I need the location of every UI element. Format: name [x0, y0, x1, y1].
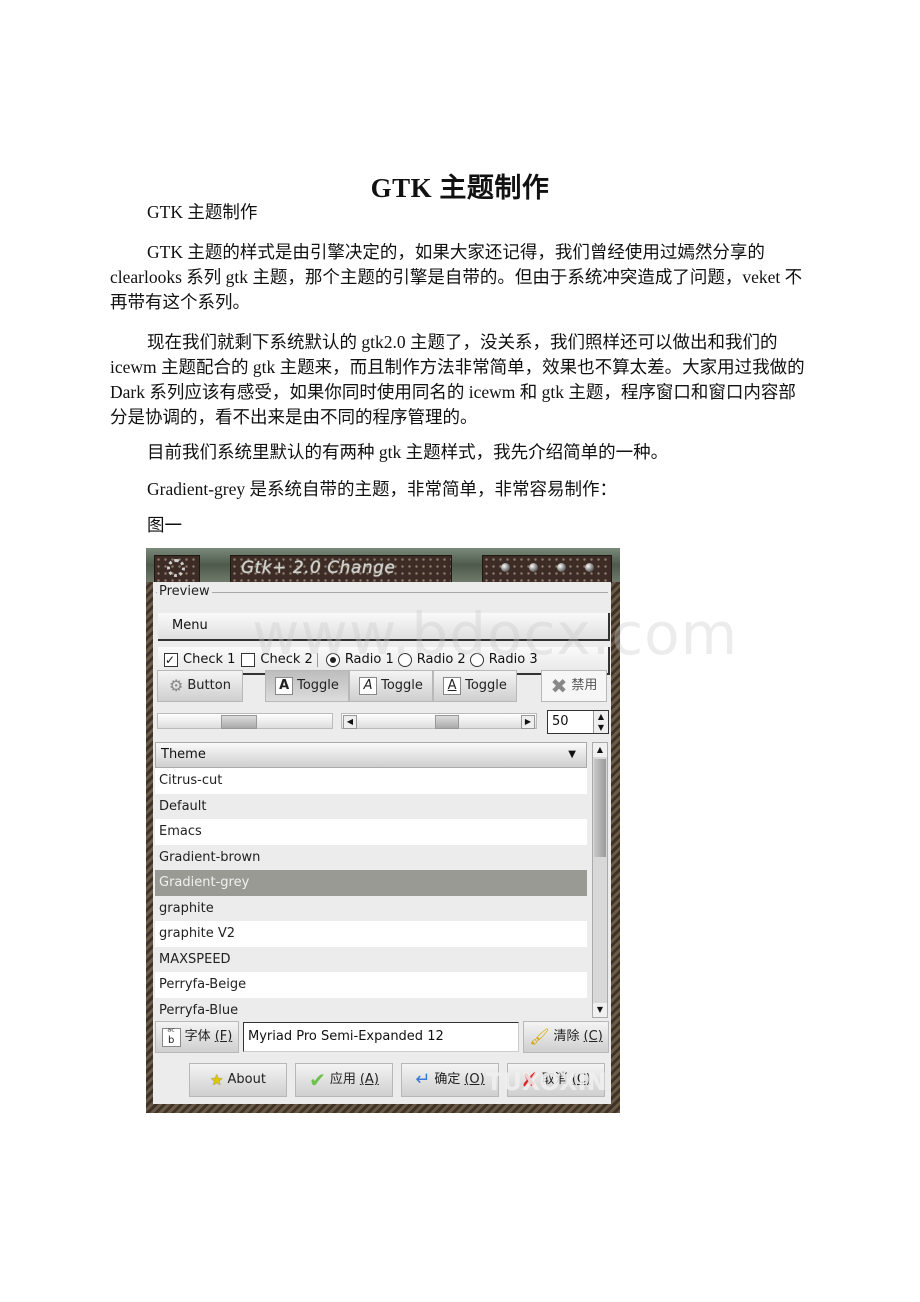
- radio-3[interactable]: [469, 653, 484, 667]
- toggle-button-2[interactable]: A Toggle: [349, 670, 433, 702]
- gear-icon: ⚙: [169, 676, 184, 695]
- spin-down-icon[interactable]: ▼: [594, 722, 608, 733]
- bold-a-icon: A: [275, 677, 294, 695]
- ok-button-mnemonic: (O): [464, 1072, 485, 1087]
- preview-label: Preview: [157, 584, 212, 599]
- scroll-right-icon[interactable]: ▶: [521, 715, 535, 729]
- gtk-theme-window-screenshot: Gtk+ 2.0 Change Theme Preview Menu Check…: [146, 548, 620, 1113]
- theme-column-header[interactable]: Theme ▼: [155, 742, 587, 768]
- sample-button[interactable]: ⚙ Button: [157, 670, 243, 702]
- checkbox-1[interactable]: [164, 647, 178, 673]
- font-ab-icon: ᵃᶜ b: [161, 1027, 181, 1047]
- theme-list-item[interactable]: graphite: [155, 895, 587, 921]
- sort-arrow-icon: ▼: [568, 749, 576, 760]
- italic-a-icon: A: [359, 677, 378, 695]
- theme-list-item[interactable]: graphite V2: [155, 921, 587, 947]
- star-icon: ★: [210, 1071, 224, 1089]
- menu-item[interactable]: Menu: [172, 618, 208, 633]
- theme-list: Theme ▼ Citrus-cut Default Emacs Gradient-b…: [155, 742, 609, 1018]
- theme-rows: Citrus-cut Default Emacs Gradient-brown Grad…: [155, 768, 587, 1018]
- checkbox-2[interactable]: [241, 653, 256, 667]
- spin-up-icon[interactable]: ▲: [594, 711, 608, 722]
- scroll-left-icon[interactable]: ◀: [343, 715, 357, 729]
- cancel-button-mnemonic: (C): [571, 1072, 591, 1087]
- disabled-button-label: 禁用: [571, 678, 598, 693]
- titlebar: Gtk+ 2.0 Change Theme: [146, 548, 620, 602]
- minimize-button[interactable]: [501, 563, 510, 572]
- horizontal-scale[interactable]: [157, 713, 333, 729]
- disabled-button[interactable]: ✖ 禁用: [541, 670, 607, 702]
- theme-list-item[interactable]: Gradient-grey: [155, 870, 587, 896]
- cancel-button[interactable]: ✘ 取消 (C): [507, 1063, 605, 1097]
- underline-a-icon: A: [443, 677, 462, 695]
- font-button-mnemonic: (F): [214, 1029, 233, 1044]
- vertical-scrollbar[interactable]: ▲ ▼: [592, 742, 608, 1018]
- spin-button[interactable]: 50 ▲ ▼: [547, 710, 609, 734]
- clear-button-label: 清除: [553, 1029, 580, 1044]
- apply-button[interactable]: ✔ 应用 (A): [295, 1063, 393, 1097]
- clear-button[interactable]: 🖌 清除 (C): [523, 1021, 609, 1053]
- scale-thumb[interactable]: [221, 715, 257, 729]
- separator: [316, 653, 318, 667]
- menu-bar[interactable]: Menu: [158, 613, 610, 641]
- cancel-icon: ✘: [520, 1068, 538, 1092]
- brush-icon: 🖌: [529, 1027, 550, 1046]
- slider-row: ◀ ▶ 50 ▲ ▼: [157, 710, 609, 734]
- radio-2[interactable]: [397, 653, 412, 667]
- spin-arrows[interactable]: ▲ ▼: [593, 711, 608, 733]
- paragraph: 现在我们就剩下系统默认的 gtk2.0 主题了，没关系，我们照样还可以做出和我们…: [110, 332, 805, 427]
- enter-icon: ↵: [415, 1069, 431, 1090]
- scroll-up-icon[interactable]: ▲: [593, 743, 607, 757]
- theme-list-item[interactable]: Emacs: [155, 819, 587, 845]
- toggle-button-3[interactable]: A Toggle: [433, 670, 517, 702]
- shade-button[interactable]: [557, 563, 566, 572]
- about-button[interactable]: ★ About: [189, 1063, 287, 1097]
- apply-button-label: 应用: [329, 1072, 356, 1087]
- theme-list-item[interactable]: Citrus-cut: [155, 768, 587, 794]
- clear-button-mnemonic: (C): [583, 1029, 603, 1044]
- scrollbar-thumb[interactable]: [435, 715, 459, 729]
- window-client-area: Preview Menu Check 1 Check 2 Radio 1 Rad…: [153, 582, 611, 1104]
- maximize-button[interactable]: [529, 563, 538, 572]
- close-button[interactable]: [585, 563, 594, 572]
- font-button-label: 字体: [184, 1029, 211, 1044]
- radio-1[interactable]: [325, 653, 340, 667]
- ok-button[interactable]: ↵ 确定 (O): [401, 1063, 499, 1097]
- cancel-button-label: 取消: [541, 1072, 568, 1087]
- toggle-button-1[interactable]: A Toggle: [265, 670, 349, 702]
- font-entry[interactable]: Myriad Pro Semi-Expanded 12: [243, 1022, 519, 1052]
- check-icon: ✔: [309, 1068, 326, 1092]
- window-title: Gtk+ 2.0 Change Theme: [230, 555, 452, 602]
- theme-list-item[interactable]: Default: [155, 793, 587, 819]
- vertical-scroll-thumb[interactable]: [594, 759, 606, 857]
- font-button[interactable]: ᵃᶜ b 字体 (F): [155, 1021, 239, 1053]
- ok-button-label: 确定: [434, 1072, 461, 1087]
- button-row: ⚙ Button A Toggle A Toggle A Toggle ✖ 禁用: [157, 670, 609, 704]
- paragraph: Gradient-grey 是系统自带的主题，非常简单，非常容易制作：: [147, 479, 618, 499]
- window-menu-button[interactable]: [154, 555, 200, 583]
- theme-list-item[interactable]: Perryfa-Blue: [155, 997, 587, 1018]
- toggle-1-label: Toggle: [297, 678, 339, 693]
- theme-list-item[interactable]: MAXSPEED: [155, 946, 587, 972]
- spin-value: 50: [552, 714, 569, 729]
- column-header-label: Theme: [161, 747, 206, 762]
- paragraph: GTK 主题制作: [147, 202, 258, 222]
- font-row: ᵃᶜ b 字体 (F) Myriad Pro Semi-Expanded 12 🖌 …: [155, 1021, 609, 1055]
- figure-caption: 图一: [147, 515, 182, 535]
- sample-button-label: Button: [187, 678, 231, 693]
- about-button-label: About: [227, 1072, 266, 1087]
- apply-button-mnemonic: (A): [359, 1072, 379, 1087]
- scroll-down-icon[interactable]: ▼: [593, 1003, 607, 1017]
- toggle-2-label: Toggle: [381, 678, 423, 693]
- theme-list-item[interactable]: Gradient-brown: [155, 844, 587, 870]
- toggle-3-label: Toggle: [465, 678, 507, 693]
- horizontal-scrollbar[interactable]: ◀ ▶: [341, 713, 537, 729]
- paragraph: 目前我们系统里默认的有两种 gtk 主题样式，我先介绍简单的一种。: [147, 442, 669, 462]
- theme-list-item[interactable]: Perryfa-Beige: [155, 972, 587, 998]
- window-controls: [482, 555, 612, 583]
- gear-icon: [167, 559, 185, 577]
- action-buttons: ★ About ✔ 应用 (A) ↵ 确定 (O) ✘ 取消 (C): [189, 1063, 607, 1097]
- paragraph: GTK 主题的样式是由引擎决定的，如果大家还记得，我们曾经使用过嫣然分享的 cl…: [110, 242, 803, 312]
- x-icon: ✖: [550, 674, 568, 698]
